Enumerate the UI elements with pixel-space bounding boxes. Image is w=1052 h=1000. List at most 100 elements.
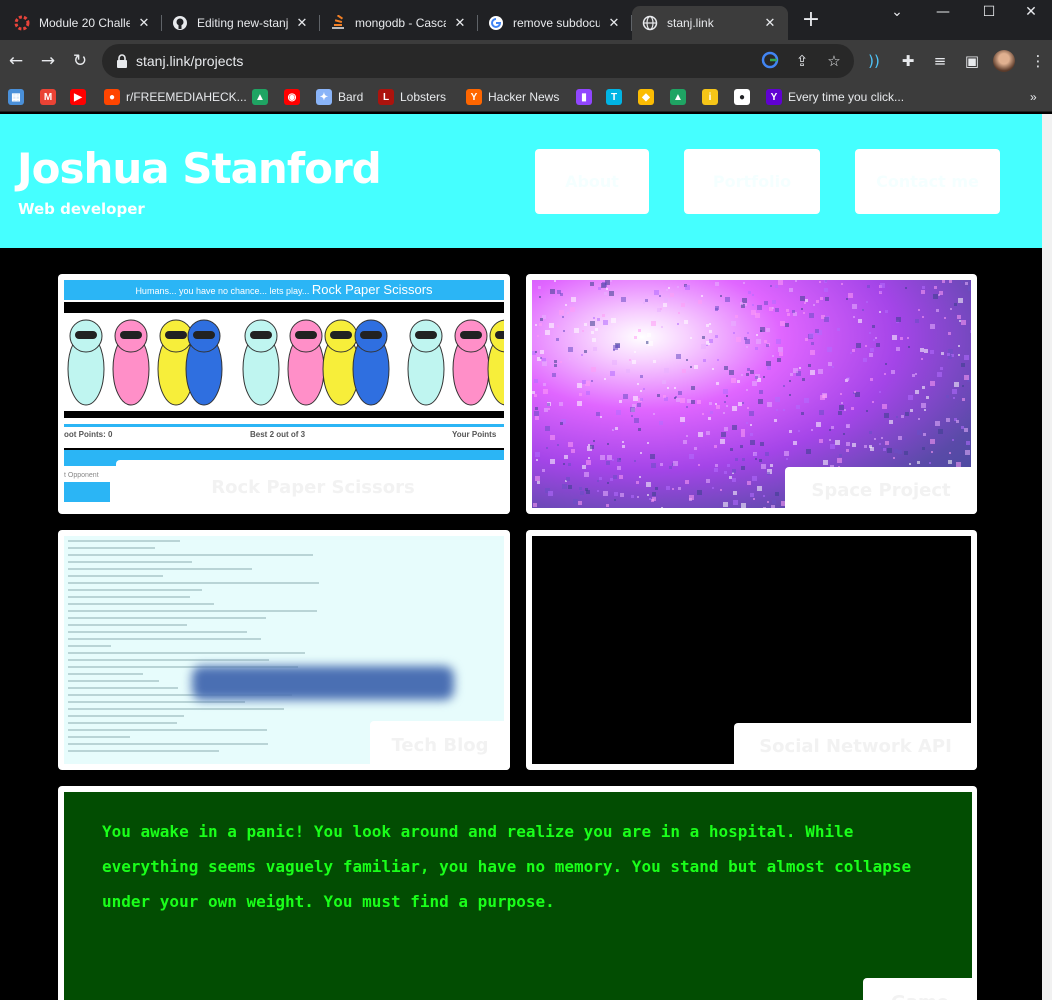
- bookmarks-overflow-icon[interactable]: »: [1030, 88, 1037, 106]
- yahoo-icon: Y: [766, 89, 782, 105]
- tab-stanj-link[interactable]: stanj.link ✕: [632, 6, 788, 40]
- project-caption: Game: [863, 978, 977, 1000]
- tab-remove-subdocument[interactable]: remove subdocun ✕: [478, 6, 632, 40]
- rps-opponent-label: t Opponent: [64, 472, 99, 479]
- tab-title: Editing new-stanj: [197, 16, 288, 30]
- address-bar[interactable]: stanj.link/projects ⇪ ☆: [102, 44, 854, 78]
- side-panel-icon[interactable]: ▣: [962, 51, 982, 71]
- extension-audio-icon[interactable]: )): [864, 51, 884, 71]
- bookmark-item[interactable]: ● r/FREEMEDIAHECK...: [104, 88, 247, 106]
- tab-strip: Module 20 Challe ✕ Editing new-stanj ✕ m…: [0, 0, 1052, 40]
- project-card-blog[interactable]: Tech Blog: [58, 530, 510, 770]
- project-card-text-adventure[interactable]: You awake in a panic! You look around an…: [58, 786, 977, 1000]
- reddit-icon: ●: [104, 89, 120, 105]
- google-lens-icon[interactable]: [760, 51, 780, 71]
- rps-banner: Humans... you have no chance... lets pla…: [64, 280, 504, 300]
- minimize-button[interactable]: —: [920, 3, 966, 23]
- bookmarks-bar: ▦ M ▶ ● r/FREEMEDIAHECK... ▲ ◉ ✦ Bard L Lobsters Y H…: [0, 82, 1052, 112]
- bootcamp-icon: [14, 15, 30, 31]
- bookmark-item[interactable]: ▲: [670, 88, 692, 106]
- bookmark-item[interactable]: Y Every time you click...: [766, 88, 904, 106]
- site-header: Joshua Stanford Web developer About Port…: [0, 114, 1042, 248]
- site-subtitle: Web developer: [18, 200, 145, 218]
- bookmark-star-icon[interactable]: ☆: [824, 51, 844, 71]
- project-caption: Social Network API: [734, 723, 977, 770]
- page-scrollbar[interactable]: [1042, 114, 1052, 1000]
- bookmark-item[interactable]: ◉: [284, 88, 306, 106]
- tab-search-chevron-icon[interactable]: ⌄: [874, 3, 920, 23]
- project-card-network[interactable]: Social Network API: [526, 530, 977, 770]
- rps-stripe: [64, 424, 504, 427]
- ytmusic-icon: ◉: [284, 89, 300, 105]
- rps-best-of: Best 2 out of 3: [250, 430, 306, 439]
- url-text: stanj.link/projects: [136, 53, 244, 69]
- bookmark-label: Bard: [338, 90, 364, 104]
- gmail-icon: M: [40, 89, 56, 105]
- bookmark-item[interactable]: ●: [734, 88, 756, 106]
- tmdb-icon: T: [606, 89, 622, 105]
- project-caption: Tech Blog: [370, 721, 510, 770]
- drive2-icon: ▲: [670, 89, 686, 105]
- ninja-characters-image: [67, 319, 504, 406]
- project-card-rps[interactable]: Humans... you have no chance... lets pla…: [58, 274, 510, 514]
- bookmark-item[interactable]: i: [702, 88, 724, 106]
- google-icon: [488, 15, 504, 31]
- tab-title: Module 20 Challe: [39, 16, 130, 30]
- bookmark-item[interactable]: M: [40, 88, 62, 106]
- reload-button[interactable]: ↻: [68, 49, 92, 73]
- lobsters-icon: L: [378, 89, 394, 105]
- bookmark-item[interactable]: ◆: [638, 88, 660, 106]
- back-button[interactable]: ←: [4, 49, 28, 73]
- site-title: Joshua Stanford: [17, 144, 382, 193]
- close-icon[interactable]: ✕: [606, 15, 622, 31]
- bookmark-label: Every time you click...: [788, 90, 905, 104]
- github-icon: ●: [734, 89, 750, 105]
- bookmark-label: r/FREEMEDIAHECK...: [126, 90, 247, 104]
- twitch-icon: ▮: [576, 89, 592, 105]
- keep-icon: ◆: [638, 89, 654, 105]
- terminal-screenshot: You awake in a panic! You look around an…: [64, 792, 972, 1000]
- blog-button-blurred: [192, 666, 454, 700]
- rps-your-points: Your Points: [452, 430, 497, 439]
- forward-button[interactable]: →: [36, 49, 60, 73]
- menu-kebab-icon[interactable]: ⋮: [1028, 51, 1048, 71]
- terminal-story-text: You awake in a panic! You look around an…: [102, 822, 912, 911]
- media-control-icon[interactable]: ≡: [930, 51, 950, 71]
- close-icon[interactable]: ✕: [136, 15, 152, 31]
- tab-title: stanj.link: [667, 16, 714, 30]
- bookmark-item[interactable]: ▦: [8, 88, 30, 106]
- nav-contact[interactable]: Contact me: [855, 149, 1000, 214]
- rps-black-bar: [64, 411, 504, 418]
- drive-icon: ▲: [252, 89, 268, 105]
- window-close-button[interactable]: ✕: [1008, 3, 1052, 23]
- project-card-space[interactable]: Space Project: [526, 274, 977, 514]
- imdb-icon: i: [702, 89, 718, 105]
- new-tab-button[interactable]: +: [800, 9, 822, 32]
- share-icon[interactable]: ⇪: [792, 51, 812, 71]
- rps-play-button: [64, 482, 110, 502]
- nav-about[interactable]: About: [535, 149, 649, 214]
- tab-editing-github[interactable]: Editing new-stanj ✕: [162, 6, 320, 40]
- bookmark-item[interactable]: ✦ Bard: [316, 88, 363, 106]
- lock-icon: [116, 53, 128, 69]
- bookmark-item[interactable]: ▲: [252, 88, 274, 106]
- profile-avatar[interactable]: [993, 50, 1015, 72]
- bookmark-item[interactable]: Y Hacker News: [466, 88, 559, 106]
- bookmark-item[interactable]: ▶: [70, 88, 92, 106]
- portfolio-page: Joshua Stanford Web developer About Port…: [0, 114, 1042, 1000]
- nav-portfolio[interactable]: Portfolio: [684, 149, 820, 214]
- bookmark-item[interactable]: ▮: [576, 88, 598, 106]
- extensions-puzzle-icon[interactable]: ✚: [898, 51, 918, 71]
- bookmark-item[interactable]: T: [606, 88, 628, 106]
- maximize-button[interactable]: ☐: [966, 3, 1012, 23]
- close-icon[interactable]: ✕: [762, 15, 778, 31]
- hackernews-icon: Y: [466, 89, 482, 105]
- bookmark-item[interactable]: L Lobsters: [378, 88, 446, 106]
- tab-mongodb[interactable]: mongodb - Casca ✕: [320, 6, 478, 40]
- rps-black-bar: [64, 302, 504, 313]
- tab-title: mongodb - Casca: [355, 16, 446, 30]
- project-caption: Space Project: [785, 467, 977, 514]
- tab-module-20[interactable]: Module 20 Challe ✕: [4, 6, 162, 40]
- close-icon[interactable]: ✕: [452, 15, 468, 31]
- close-icon[interactable]: ✕: [294, 15, 310, 31]
